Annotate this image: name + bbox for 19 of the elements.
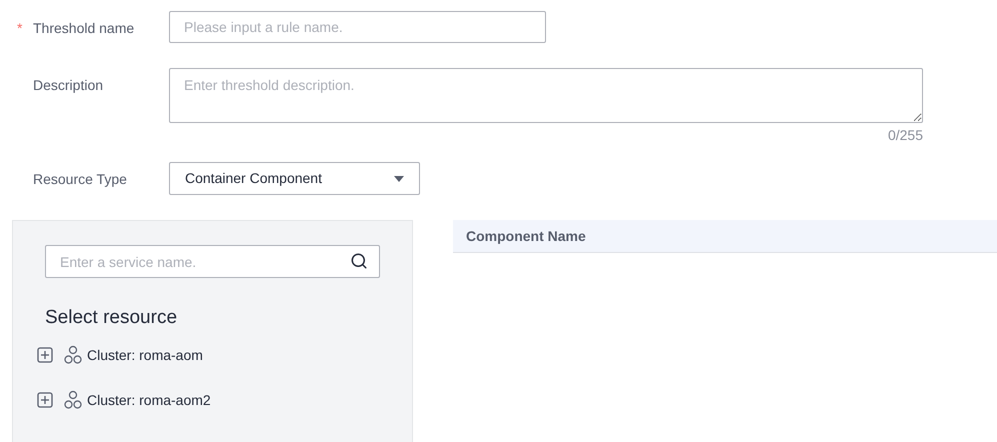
expand-icon[interactable] xyxy=(37,347,53,363)
input-field[interactable]: Please input a rule name. xyxy=(169,11,546,43)
caret-icon xyxy=(394,176,404,182)
cluster-icon xyxy=(63,345,83,365)
cluster-icon xyxy=(63,390,83,410)
search-field[interactable]: Enter a service name. xyxy=(45,245,380,278)
section-title: Select resource xyxy=(45,306,178,330)
character-counter: 0/255 xyxy=(888,126,923,145)
tree-item[interactable]: Cluster: roma-aom2 xyxy=(87,390,211,410)
column-header: Component Name xyxy=(466,226,586,246)
required-mark: * xyxy=(17,19,22,38)
field-label: Description xyxy=(33,76,104,95)
description-field[interactable]: Enter threshold description. xyxy=(169,68,923,123)
field-label: Resource Type xyxy=(33,170,127,189)
field-label: Threshold name xyxy=(33,19,134,38)
search-icon[interactable] xyxy=(350,252,368,270)
resource-type-dropdown[interactable]: Container Component xyxy=(169,162,420,195)
tree-item[interactable]: Cluster: roma-aom xyxy=(87,344,203,366)
expand-icon[interactable] xyxy=(37,392,53,408)
